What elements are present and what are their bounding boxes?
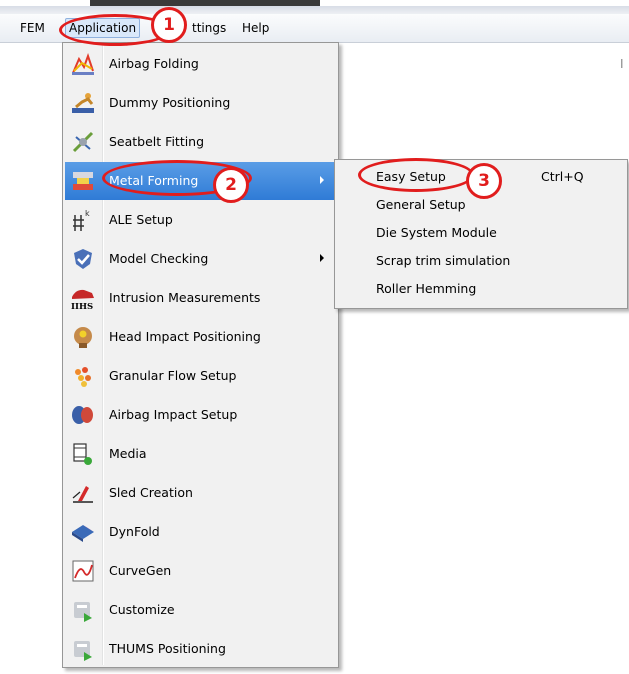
dynfold-icon [70, 519, 96, 545]
submenu-item-label: Die System Module [376, 225, 497, 240]
menu-item-label: ALE Setup [109, 212, 173, 227]
menu-item-intrusion-measurements[interactable]: IIHS Intrusion Measurements [65, 279, 334, 317]
shortcut-label: Ctrl+Q [541, 169, 584, 184]
menu-item-label: Seatbelt Fitting [109, 134, 205, 149]
seatbelt-fitting-icon [70, 129, 96, 155]
menu-item-airbag-impact-setup[interactable]: Airbag Impact Setup [65, 396, 334, 434]
menu-help[interactable]: Help [239, 19, 272, 37]
menu-item-label: Airbag Folding [109, 56, 199, 71]
submenu-item-label: Scrap trim simulation [376, 253, 511, 268]
metal-forming-icon [70, 168, 96, 194]
submenu-item-die-system-module[interactable]: Die System Module [341, 220, 623, 244]
customize-icon [70, 597, 96, 623]
submenu-item-scrap-trim-simulation[interactable]: Scrap trim simulation [341, 248, 623, 272]
background-partial-text: I [620, 57, 624, 71]
menu-item-granular-flow-setup[interactable]: Granular Flow Setup [65, 357, 334, 395]
menu-item-label: THUMS Positioning [109, 641, 226, 656]
menu-item-label: Media [109, 446, 147, 461]
annotation-badge-step-2: 2 [213, 167, 249, 203]
menu-settings[interactable]: ttings [189, 19, 229, 37]
menu-item-airbag-folding[interactable]: Airbag Folding [65, 45, 334, 83]
menu-item-label: Airbag Impact Setup [109, 407, 238, 422]
curvegen-icon [70, 558, 96, 584]
iihs-icon: IIHS [70, 285, 96, 311]
menu-item-model-checking[interactable]: Model Checking [65, 240, 334, 278]
menu-item-media[interactable]: Media [65, 435, 334, 473]
annotation-ellipse-easy-setup [358, 158, 474, 192]
menu-item-sled-creation[interactable]: Sled Creation [65, 474, 334, 512]
menu-item-label: Dummy Positioning [109, 95, 231, 110]
airbag-folding-icon [70, 51, 96, 77]
menu-item-thums-positioning[interactable]: THUMS Positioning [65, 630, 334, 668]
menu-item-dummy-positioning[interactable]: Dummy Positioning [65, 84, 334, 122]
window-title-strip [0, 0, 629, 14]
menu-fem[interactable]: FEM [17, 19, 48, 37]
menu-item-seatbelt-fitting[interactable]: Seatbelt Fitting [65, 123, 334, 161]
application-dropdown-menu: Airbag Folding Dummy Positioning Seatbel… [62, 42, 339, 668]
submenu-item-label: Roller Hemming [376, 281, 477, 296]
menu-item-label: DynFold [109, 524, 160, 539]
menu-item-customize[interactable]: Customize [65, 591, 334, 629]
ale-setup-icon: k [70, 207, 96, 233]
submenu-item-roller-hemming[interactable]: Roller Hemming [341, 276, 623, 300]
sled-creation-icon [70, 480, 96, 506]
menu-item-label: Head Impact Positioning [109, 329, 261, 344]
menu-item-label: Customize [109, 602, 175, 617]
menu-item-dynfold[interactable]: DynFold [65, 513, 334, 551]
airbag-impact-icon [70, 402, 96, 428]
iihs-icon-text: IIHS [71, 302, 93, 311]
submenu-item-label: General Setup [376, 197, 466, 212]
annotation-badge-step-3: 3 [466, 163, 502, 199]
menu-item-label: Sled Creation [109, 485, 193, 500]
thums-positioning-icon [70, 636, 96, 662]
dummy-positioning-icon [70, 90, 96, 116]
menu-item-label: Granular Flow Setup [109, 368, 237, 383]
annotation-badge-step-1: 1 [151, 7, 187, 43]
svg-text:k: k [85, 209, 90, 218]
menu-item-head-impact-positioning[interactable]: Head Impact Positioning [65, 318, 334, 356]
menu-item-curvegen[interactable]: CurveGen [65, 552, 334, 590]
model-checking-icon [70, 246, 96, 272]
submenu-arrow-icon [320, 254, 324, 262]
media-icon [70, 441, 96, 467]
menu-item-ale-setup[interactable]: k ALE Setup [65, 201, 334, 239]
head-impact-icon [70, 324, 96, 350]
menu-item-label: Intrusion Measurements [109, 290, 261, 305]
menu-item-label: Model Checking [109, 251, 209, 266]
granular-flow-icon [70, 363, 96, 389]
menu-item-label: CurveGen [109, 563, 172, 578]
submenu-arrow-icon [320, 176, 324, 184]
